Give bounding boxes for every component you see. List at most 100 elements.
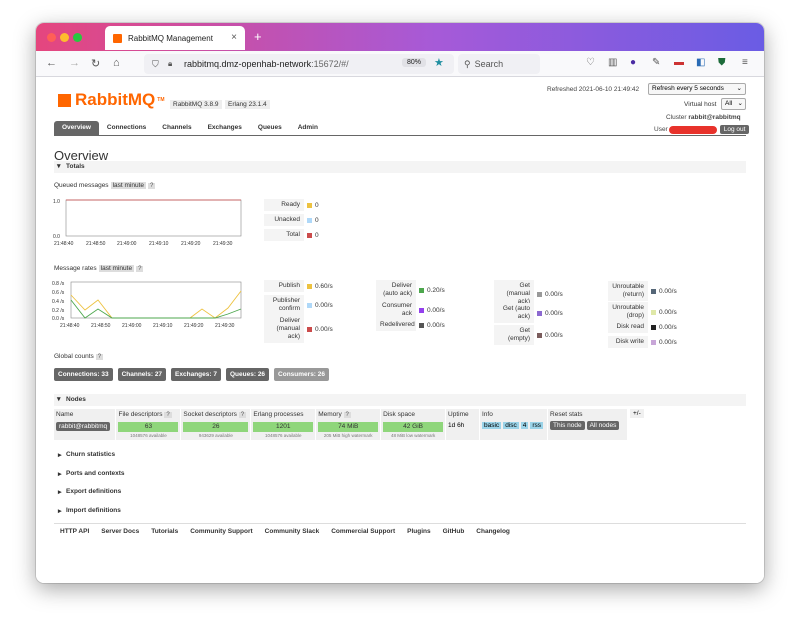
col-uptime: Uptime [445,409,480,420]
extension-square-icon[interactable]: ◧ [696,57,705,68]
search-input[interactable]: ⚲ Search [458,54,540,74]
queued-messages-label: Queued messages last minute ? [54,182,156,189]
legend-publisher-confirm: Publisher confirm 0.00/s [264,295,333,315]
ep-bar: 1201 [253,422,314,432]
toolbar: ← → ↻ ⌂ ⛉ 🔒︎ rabbitmq.dmz-openhab-networ… [36,51,764,77]
home-icon[interactable]: ⌂ [113,57,120,69]
footer-link-community-slack[interactable]: Community Slack [265,528,320,535]
erlang-version: Erlang 23.1.4 [225,100,270,109]
page-content: RabbitMQ TM RabbitMQ 3.8.9 Erlang 23.1.4… [36,78,764,583]
footer-divider [54,523,746,524]
reset-this-node-button[interactable]: This node [550,421,585,430]
rates-plot-area [70,281,242,319]
nodes-table: Name File descriptors ? Socket descripto… [54,409,628,440]
address-bar[interactable]: ⛉ 🔒︎ rabbitmq.dmz-openhab-network:15672/… [144,54,454,74]
forward-icon[interactable]: → [69,57,80,69]
count-consumers[interactable]: Consumers: 26 [274,368,330,381]
queued-help-button[interactable]: ? [148,182,156,189]
shield-extension-icon[interactable]: ⛊ [718,57,726,68]
footer-link-tutorials[interactable]: Tutorials [151,528,178,535]
rates-x-tick: 21:49:10 [153,323,173,329]
cell-name: rabbit@rabbitmq [54,420,117,440]
sidebar-icon[interactable]: ▥ [608,57,617,68]
tab-exchanges[interactable]: Exchanges [200,121,250,135]
legend-get-empty: Get (empty) 0.00/s [494,325,563,345]
help-button[interactable]: ? [238,412,247,418]
legend-redelivered: Redelivered 0.00/s [376,319,445,331]
rates-range-button[interactable]: last minute [98,265,135,272]
footer-link-plugins[interactable]: Plugins [407,528,430,535]
global-help-button[interactable]: ? [95,353,104,360]
count-channels[interactable]: Channels: 27 [117,368,167,381]
churn-statistics-section[interactable]: Churn statistics [58,451,115,459]
rates-x-tick: 21:48:50 [91,323,111,329]
help-button[interactable]: ? [164,412,172,418]
tab-overview[interactable]: Overview [54,121,99,135]
footer-link-commercial-support[interactable]: Commercial Support [331,528,395,535]
tab-bar: RabbitMQ Management × + [36,23,764,51]
totals-section-header[interactable]: Totals [54,161,746,173]
tab-channels[interactable]: Channels [154,121,199,135]
queued-x-tick: 21:48:50 [86,241,106,247]
count-exchanges[interactable]: Exchanges: 7 [171,368,221,381]
legend-swatch [307,326,312,332]
new-tab-icon[interactable]: + [254,29,262,44]
footer-link-http-api[interactable]: HTTP API [60,528,89,535]
rates-help-button[interactable]: ? [136,265,144,272]
fd-bar: 63 [118,422,179,432]
shield-icon[interactable]: ⛉ [152,59,159,70]
queued-range-button[interactable]: last minute [110,182,146,189]
rabbitmq-logo[interactable]: RabbitMQ TM [58,90,165,110]
node-name-link[interactable]: rabbit@rabbitmq [56,422,111,431]
legend-value: 0.00/s [545,290,563,298]
export-definitions-section[interactable]: Export definitions [58,488,121,496]
nodes-section-header[interactable]: Nodes [54,394,746,406]
rates-x-tick: 21:48:40 [60,323,80,329]
close-tab-icon[interactable]: × [231,32,237,43]
tab-connections[interactable]: Connections [99,121,154,135]
tab-queues[interactable]: Queues [250,121,290,135]
col-socket-descriptors: Socket descriptors ? [180,409,252,420]
extension-icon[interactable]: ✎ [652,57,660,68]
legend-label: Consumer ack [376,300,416,320]
logo-tm: TM [157,97,165,103]
reset-all-nodes-button[interactable]: All nodes [586,421,620,430]
tab-admin[interactable]: Admin [290,121,326,135]
chevron-down-icon: ⌄ [737,100,743,107]
lock-icon[interactable]: 🔒︎ [168,59,172,69]
zoom-window-button[interactable] [73,33,82,42]
legend-swatch [537,291,542,297]
menu-icon[interactable]: ≡ [742,57,748,68]
refresh-select[interactable]: Refresh every 5 seconds ⌄ [648,83,746,95]
bookmark-star-icon[interactable]: ★ [434,56,444,69]
zoom-indicator[interactable]: 80% [402,58,427,67]
user-info: User Log out [654,125,750,134]
legend-label: Get (empty) [494,325,534,345]
info-tag: disc [503,422,519,429]
import-definitions-section[interactable]: Import definitions [58,507,121,515]
footer-link-server-docs[interactable]: Server Docs [101,528,139,535]
reload-icon[interactable]: ↻ [91,57,100,70]
columns-toggle-button[interactable]: +/- [630,409,644,418]
screen-icon[interactable]: ▬ [674,57,684,68]
profile-p-icon[interactable]: ● [630,57,636,68]
footer-link-community-support[interactable]: Community Support [190,528,252,535]
close-window-button[interactable] [47,33,56,42]
legend-value: 0.00/s [427,321,445,329]
ports-contexts-section[interactable]: Ports and contexts [58,470,125,478]
legend-label: Total [264,229,304,241]
back-icon[interactable]: ← [46,57,57,69]
minimize-window-button[interactable] [60,33,69,42]
logout-button[interactable]: Log out [719,125,750,134]
legend-value: 0.00/s [427,306,445,314]
pocket-icon[interactable]: ♡ [586,57,595,68]
browser-tab[interactable]: RabbitMQ Management × [105,26,245,50]
count-connections[interactable]: Connections: 33 [54,368,113,381]
footer-link-changelog[interactable]: Changelog [476,528,510,535]
vhost-select[interactable]: All ⌄ [721,98,746,110]
legend-label: Deliver (auto ack) [376,280,416,300]
count-queues[interactable]: Queues: 26 [225,368,270,381]
footer-link-github[interactable]: GitHub [443,528,465,535]
refresh-value: Refresh every 5 seconds [652,85,724,92]
help-button[interactable]: ? [343,412,351,418]
